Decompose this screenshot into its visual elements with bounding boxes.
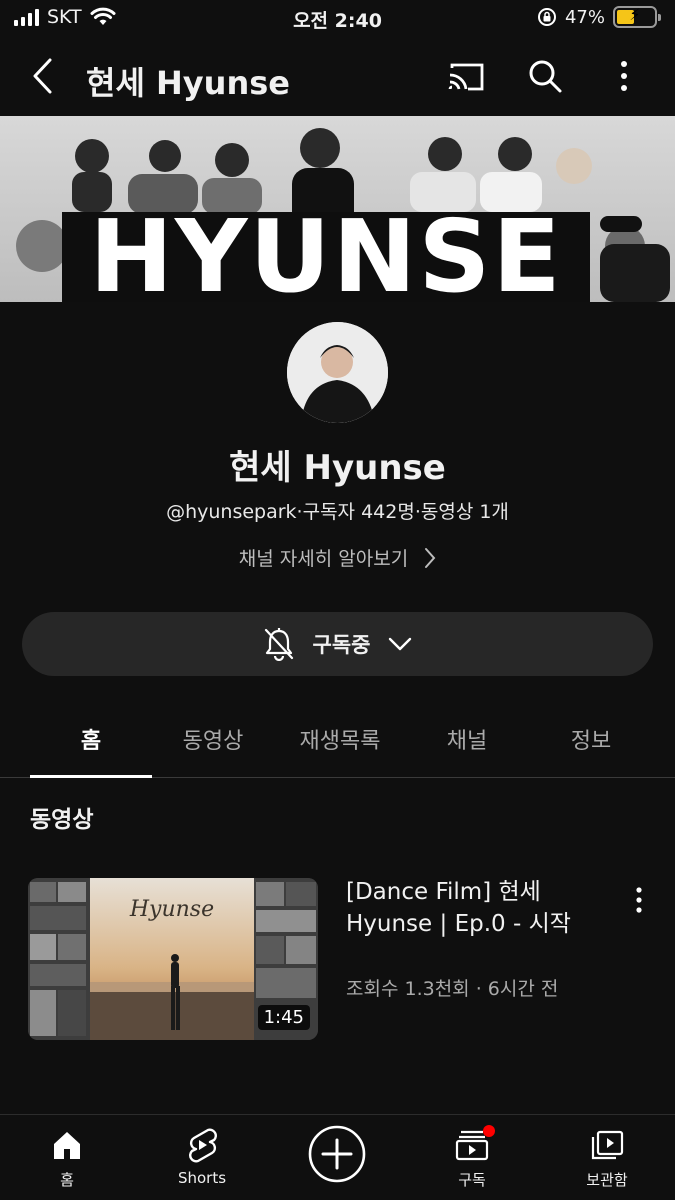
nav-home-label: 홈 — [60, 1171, 74, 1189]
nav-home[interactable]: 홈 — [7, 1127, 127, 1190]
channel-name: 현세 Hyunse — [229, 448, 446, 488]
subscribed-label: 구독중 — [312, 633, 371, 657]
tab-channels[interactable]: 채널 — [406, 700, 528, 778]
notification-dot — [483, 1125, 495, 1137]
video-item[interactable]: Hyunse 1:45 [Dance Film] 현세 Hyunse | Ep.… — [0, 870, 675, 1050]
bottom-navigation: 홈 Shorts 구독 보관함 — [0, 1114, 675, 1200]
banner-wordmark: HYUNSE — [62, 207, 590, 302]
chevron-right-icon — [425, 547, 436, 568]
cast-icon — [448, 63, 484, 91]
section-title: 동영상 — [30, 807, 94, 833]
channel-banner: HYUNSE — [0, 116, 675, 302]
tab-playlists[interactable]: 재생목록 — [274, 700, 406, 778]
nav-create[interactable] — [277, 1123, 397, 1185]
search-icon — [529, 60, 562, 93]
nav-subscriptions[interactable]: 구독 — [412, 1125, 532, 1190]
tab-videos[interactable]: 동영상 — [152, 700, 274, 778]
battery-percent: 47% — [564, 6, 605, 28]
status-bar: SKT 오전 2:40 47% ⚡ — [0, 0, 675, 36]
create-icon — [307, 1123, 367, 1185]
status-right: 47% ⚡ — [537, 5, 661, 28]
shorts-icon — [186, 1127, 218, 1163]
back-icon — [33, 58, 52, 94]
thumbnail-title-text: Hyunse — [129, 897, 214, 922]
nav-shorts[interactable]: Shorts — [142, 1127, 262, 1187]
channel-meta: @hyunsepark·구독자 442명·동영상 1개 — [166, 501, 509, 523]
video-meta: 조회수 1.3천회 · 6시간 전 — [346, 978, 559, 1000]
chevron-down-icon — [389, 637, 412, 651]
tab-home[interactable]: 홈 — [30, 700, 152, 778]
back-button[interactable] — [22, 54, 62, 98]
video-title[interactable]: [Dance Film] 현세 Hyunse | Ep.0 - 시작 — [346, 876, 596, 940]
more-options-button[interactable] — [602, 54, 646, 98]
subscribed-button[interactable]: 구독중 — [22, 612, 653, 676]
more-vertical-icon — [621, 61, 627, 91]
nav-subscriptions-label: 구독 — [458, 1171, 486, 1189]
battery-icon: ⚡ — [613, 5, 661, 28]
nav-shorts-label: Shorts — [177, 1169, 227, 1187]
more-vertical-icon — [636, 887, 642, 913]
video-duration: 1:45 — [257, 1005, 310, 1030]
orientation-lock-icon — [537, 8, 556, 26]
channel-about-label: 채널 자세히 알아보기 — [238, 548, 409, 570]
subscriptions-icon — [455, 1125, 495, 1163]
bell-off-icon — [264, 628, 293, 661]
cast-button[interactable] — [444, 54, 488, 98]
library-icon — [590, 1127, 624, 1163]
nav-library[interactable]: 보관함 — [547, 1127, 667, 1190]
avatar-photo — [287, 322, 388, 423]
home-icon — [51, 1127, 83, 1163]
search-button[interactable] — [523, 54, 567, 98]
active-tab-indicator — [30, 775, 152, 778]
app-bar: 현세 Hyunse — [0, 38, 675, 116]
video-thumbnail[interactable]: Hyunse 1:45 — [28, 878, 318, 1040]
tab-about[interactable]: 정보 — [530, 700, 652, 778]
page-title: 현세 Hyunse — [86, 64, 290, 102]
video-more-button[interactable] — [624, 880, 654, 920]
nav-library-label: 보관함 — [586, 1171, 628, 1189]
channel-tabs: 홈 동영상 재생목록 채널 정보 — [0, 700, 675, 778]
channel-about-link[interactable]: 채널 자세히 알아보기 — [0, 544, 675, 571]
channel-avatar[interactable] — [287, 322, 388, 423]
